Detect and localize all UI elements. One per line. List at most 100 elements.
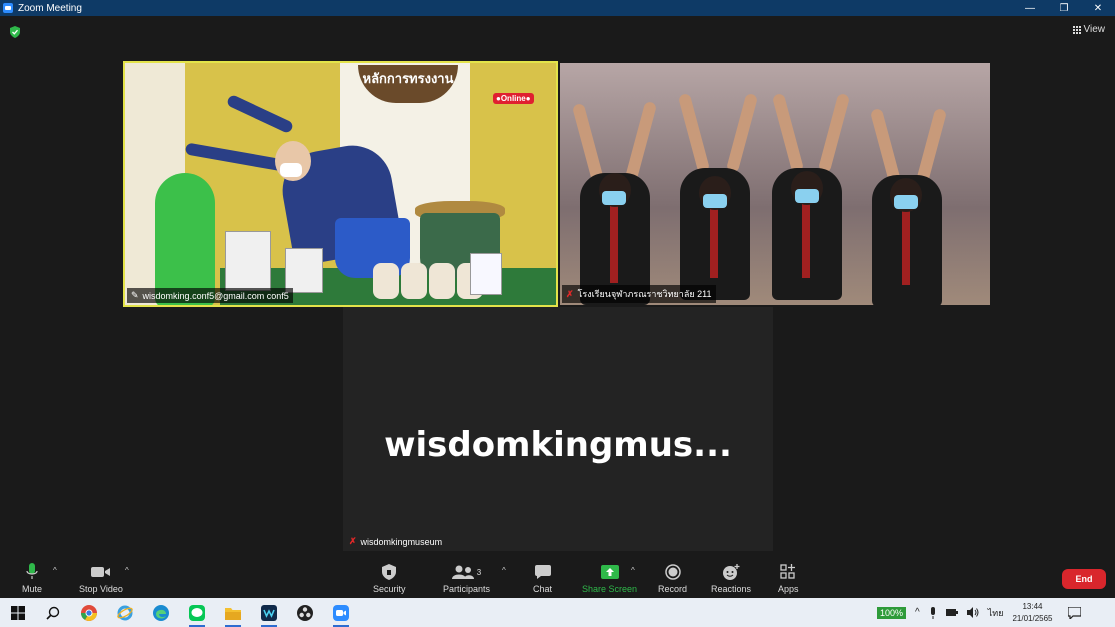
line-app-icon xyxy=(189,605,205,621)
title-bar: Zoom Meeting — ❐ ✕ xyxy=(0,0,1115,16)
muted-mic-icon: ✗ xyxy=(349,536,357,546)
video-tile-classroom[interactable]: ✗ โรงเรียนจุฬาภรณราชวิทยาลัย 211 xyxy=(560,63,990,305)
record-icon xyxy=(664,564,681,580)
window-title: Zoom Meeting xyxy=(18,2,82,14)
mushroom-bag xyxy=(401,263,427,299)
mushroom-bag xyxy=(429,263,455,299)
clock-time: 13:44 xyxy=(1022,601,1043,611)
restore-button[interactable]: ❐ xyxy=(1047,0,1081,16)
zoom-window: Zoom Meeting — ❐ ✕ View หลักการทรงงาน ●O… xyxy=(0,0,1115,627)
edge-icon xyxy=(153,605,169,621)
chat-button[interactable]: Chat xyxy=(533,562,552,594)
taskbar-edge[interactable] xyxy=(150,602,172,624)
record-button[interactable]: Record xyxy=(658,562,687,594)
taskbar-obs[interactable] xyxy=(294,602,316,624)
system-clock[interactable]: 13:44 21/01/2565 xyxy=(1012,601,1052,625)
end-meeting-button[interactable]: End xyxy=(1062,569,1106,589)
minimize-button[interactable]: — xyxy=(1013,0,1047,16)
view-button[interactable]: View xyxy=(1072,24,1106,35)
zoom-level-indicator[interactable]: 100% xyxy=(877,606,907,619)
apps-label: Apps xyxy=(778,584,799,594)
tray-microphone-icon[interactable] xyxy=(929,606,937,619)
share-screen-icon xyxy=(600,565,619,579)
participants-icon xyxy=(451,565,474,579)
system-tray: 100% ^ ไทย 13:44 21/01/2565 xyxy=(877,598,1081,627)
search-icon xyxy=(46,606,60,620)
participants-options-caret[interactable]: ^ xyxy=(502,566,506,575)
mute-label: Mute xyxy=(22,584,43,594)
file-explorer-icon xyxy=(225,608,241,620)
grid-view-icon xyxy=(1072,25,1081,34)
share-screen-label: Share Screen xyxy=(582,584,638,594)
chat-label: Chat xyxy=(533,584,553,594)
show-hidden-icons-chevron-icon[interactable]: ^ xyxy=(915,607,920,618)
security-label: Security xyxy=(373,584,406,594)
search-button[interactable] xyxy=(42,602,64,624)
apps-icon xyxy=(780,564,796,579)
clock-date: 21/01/2565 xyxy=(1012,613,1053,623)
volume-icon[interactable] xyxy=(966,607,979,618)
windows-logo-icon xyxy=(11,606,25,620)
participants-count: 3 xyxy=(476,567,482,577)
video-tile-museum[interactable]: wisdomkingmus... ✗ wisdomkingmuseum xyxy=(343,307,773,551)
participant-name: wisdomkingmuseum xyxy=(360,536,443,547)
encryption-shield-icon[interactable] xyxy=(10,26,20,38)
participant-display-name: wisdomkingmus... xyxy=(384,425,732,465)
muted-mic-icon: ✗ xyxy=(566,288,574,299)
mushroom-bag xyxy=(373,263,399,299)
close-button[interactable]: ✕ xyxy=(1081,0,1115,16)
mute-options-caret[interactable]: ^ xyxy=(53,566,57,575)
product-jug xyxy=(470,253,502,295)
chat-icon xyxy=(534,565,551,579)
internet-explorer-icon xyxy=(117,605,133,621)
participant-name-label: ✗ wisdomkingmuseum xyxy=(345,534,446,549)
view-label: View xyxy=(1083,24,1106,35)
stop-video-label: Stop Video xyxy=(79,584,123,594)
video-tile-presenter[interactable]: หลักการทรงงาน ●Online● ✎ wisdomking.conf… xyxy=(123,61,558,307)
battery-icon[interactable] xyxy=(945,608,958,617)
display-board xyxy=(225,231,271,291)
zoom-app-icon xyxy=(3,3,13,13)
participants-label: Participants xyxy=(443,584,491,594)
participants-button[interactable]: 3 Participants xyxy=(443,562,490,594)
mascot-figure xyxy=(155,173,215,305)
security-button[interactable]: Security xyxy=(373,562,406,594)
online-badge: ●Online● xyxy=(493,93,534,104)
taskbar-chrome[interactable] xyxy=(78,602,100,624)
participant-name-label: ✗ โรงเรียนจุฬาภรณราชวิทยาลัย 211 xyxy=(562,285,716,303)
participant-name: wisdomking.conf5@gmail.com conf5 xyxy=(142,290,289,301)
mute-button[interactable]: Mute xyxy=(22,562,42,594)
video-camera-icon xyxy=(90,567,110,577)
input-language-indicator[interactable]: ไทย xyxy=(988,606,1004,620)
taskbar-webex[interactable] xyxy=(258,602,280,627)
participant-name: โรงเรียนจุฬาภรณราชวิทยาลัย 211 xyxy=(577,289,712,299)
meeting-area: View หลักการทรงงาน ●Online● ✎ wisdomking… xyxy=(0,16,1115,560)
share-screen-button[interactable]: Share Screen xyxy=(582,562,637,594)
video-options-caret[interactable]: ^ xyxy=(125,566,129,575)
student-mask xyxy=(894,195,918,209)
reactions-smiley-icon xyxy=(723,564,740,580)
taskbar-file-explorer[interactable] xyxy=(222,602,244,627)
obs-icon xyxy=(297,605,313,621)
student-mask xyxy=(795,189,819,203)
meeting-toolbar: Mute ^ Stop Video ^ Security 3 Participa… xyxy=(0,560,1115,598)
apps-button[interactable]: Apps xyxy=(778,562,799,594)
taskbar-line[interactable] xyxy=(186,602,208,627)
security-shield-icon xyxy=(382,564,397,580)
taskbar-zoom[interactable] xyxy=(330,602,352,627)
start-button[interactable] xyxy=(7,602,29,624)
microphone-icon xyxy=(26,563,38,579)
share-options-caret[interactable]: ^ xyxy=(631,566,635,575)
chrome-icon xyxy=(81,605,97,621)
student-mask xyxy=(602,191,626,205)
windows-taskbar: 100% ^ ไทย 13:44 21/01/2565 xyxy=(0,598,1115,627)
zoom-icon xyxy=(333,605,349,621)
webex-icon xyxy=(261,605,277,621)
reactions-button[interactable]: Reactions xyxy=(711,562,751,594)
pin-icon: ✎ xyxy=(131,290,139,300)
taskbar-internet-explorer[interactable] xyxy=(114,602,136,624)
stop-video-button[interactable]: Stop Video xyxy=(79,562,123,594)
presenter-mask xyxy=(280,163,302,177)
notification-center-icon[interactable] xyxy=(1067,606,1081,619)
reactions-label: Reactions xyxy=(711,584,752,594)
